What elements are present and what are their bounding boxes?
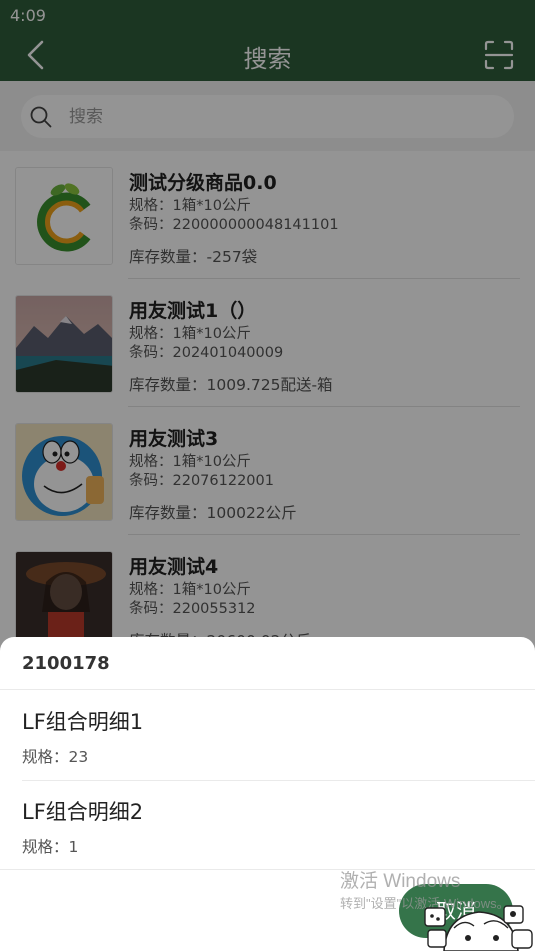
combo-option[interactable]: LF组合明细1 规格：23 bbox=[0, 690, 535, 780]
option-spec: 规格：23 bbox=[22, 748, 89, 766]
combo-option[interactable]: LF组合明细2 规格：1 bbox=[0, 780, 535, 870]
option-name: LF组合明细2 bbox=[22, 800, 144, 824]
watermark-title: 激活 Windows bbox=[340, 871, 461, 892]
sheet-title: 2100178 bbox=[22, 653, 110, 674]
option-spec: 规格：1 bbox=[22, 838, 79, 856]
mascot-icon bbox=[424, 905, 533, 951]
option-name: LF组合明细1 bbox=[22, 710, 144, 734]
